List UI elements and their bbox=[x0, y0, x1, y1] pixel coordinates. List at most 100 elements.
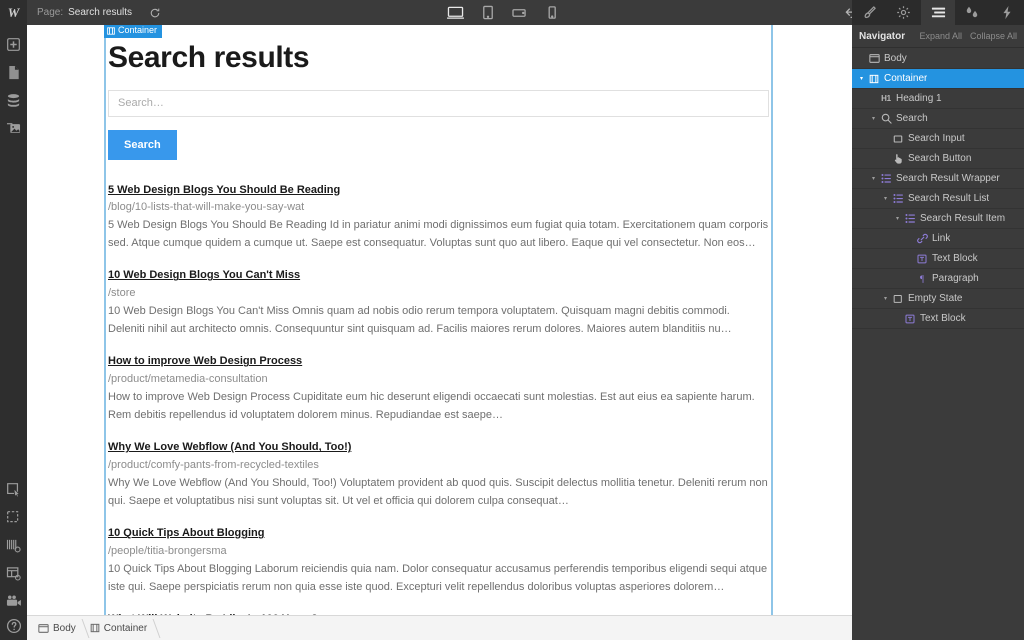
page-name: Search results bbox=[68, 7, 133, 18]
tree-node-label: Search Input bbox=[908, 133, 965, 144]
chevron-down-icon[interactable]: ▾ bbox=[868, 175, 879, 182]
tree-node-body[interactable]: Body bbox=[852, 49, 1024, 69]
tree-node-text-block[interactable]: Text Block bbox=[852, 309, 1024, 329]
result-url: /people/titia-brongersma bbox=[108, 544, 227, 557]
container-icon bbox=[107, 27, 115, 35]
tree-node-label: Heading 1 bbox=[896, 93, 942, 104]
plus-icon[interactable] bbox=[0, 31, 27, 57]
tree-node-search-result-list[interactable]: ▾ Search Result List bbox=[852, 189, 1024, 209]
container-element[interactable]: Container Search results Search… Search … bbox=[104, 25, 773, 615]
tab-effects[interactable] bbox=[990, 0, 1024, 25]
search-button[interactable]: Search bbox=[108, 129, 177, 160]
container-inner: Search results Search… Search 5 Web Desi… bbox=[106, 25, 771, 615]
breadcrumb-item[interactable]: Container bbox=[85, 616, 161, 640]
search-result-item: 10 Web Design Blogs You Can't Miss/store… bbox=[108, 265, 769, 338]
breadcrumb-label: Container bbox=[103, 622, 148, 634]
tree-node-text-block[interactable]: Text Block bbox=[852, 249, 1024, 269]
result-link[interactable]: How to improve Web Design Process bbox=[108, 353, 302, 370]
database-icon[interactable] bbox=[0, 87, 27, 113]
desktop-icon[interactable] bbox=[441, 0, 471, 25]
breadcrumb-label: Body bbox=[53, 622, 76, 634]
result-url: /store bbox=[108, 286, 136, 299]
tree-node-paragraph[interactable]: ¶ Paragraph bbox=[852, 269, 1024, 289]
layout-preview-icon[interactable] bbox=[0, 560, 27, 586]
right-panel-tabs bbox=[852, 0, 1024, 25]
badge-label: Container bbox=[118, 25, 158, 35]
mobile-portrait-icon[interactable] bbox=[537, 0, 567, 25]
link-icon bbox=[915, 233, 929, 244]
search-form: Search… Search bbox=[106, 89, 771, 160]
left-toolbar bbox=[0, 25, 27, 640]
page-icon[interactable] bbox=[0, 59, 27, 85]
tablet-icon[interactable] bbox=[473, 0, 503, 25]
design-canvas[interactable]: Container Search results Search… Search … bbox=[27, 25, 852, 615]
expand-all-button[interactable]: Expand All bbox=[919, 31, 962, 41]
body-icon bbox=[867, 53, 881, 64]
chevron-down-icon[interactable]: ▾ bbox=[892, 215, 903, 222]
tree-node-label: Link bbox=[932, 233, 951, 244]
search-input[interactable]: Search… bbox=[108, 89, 769, 117]
tab-style[interactable] bbox=[852, 0, 886, 25]
page-label: Page: bbox=[37, 7, 64, 18]
search-result-item: How to improve Web Design Process/produc… bbox=[108, 351, 769, 424]
search-result-list: 5 Web Design Blogs You Should Be Reading… bbox=[106, 180, 771, 616]
tab-navigator[interactable] bbox=[920, 0, 956, 25]
tree-node-label: Search bbox=[896, 113, 928, 124]
tab-settings[interactable] bbox=[886, 0, 920, 25]
chevron-down-icon[interactable]: ▾ bbox=[880, 295, 891, 302]
question-mark-icon[interactable] bbox=[0, 612, 27, 640]
paragraph-icon: ¶ bbox=[919, 273, 925, 284]
tree-node-search[interactable]: ▾ Search bbox=[852, 109, 1024, 129]
result-body: 5 Web Design Blogs You Should Be Reading… bbox=[108, 219, 769, 250]
audit-bars-icon[interactable] bbox=[0, 532, 27, 558]
tree-node-label: Search Button bbox=[908, 153, 972, 164]
video-camera-icon[interactable] bbox=[0, 588, 27, 614]
result-body: Why We Love Webflow (And You Should, Too… bbox=[108, 476, 768, 508]
result-url: /product/metamedia-consultation bbox=[108, 372, 268, 385]
toolbar-spacer-2 bbox=[567, 0, 840, 25]
tree-node-link[interactable]: Link bbox=[852, 229, 1024, 249]
breadcrumb-separator bbox=[144, 618, 161, 638]
webflow-logo[interactable]: W bbox=[0, 0, 27, 25]
collection-icon bbox=[879, 173, 893, 184]
marquee-preview-icon[interactable] bbox=[0, 504, 27, 530]
collapse-all-button[interactable]: Collapse All bbox=[970, 31, 1017, 41]
search-result-item: 10 Quick Tips About Blogging/people/titi… bbox=[108, 523, 769, 596]
tree-node-empty-state[interactable]: ▾ Empty State bbox=[852, 289, 1024, 309]
cursor-select-icon[interactable] bbox=[0, 476, 27, 502]
navigator-panel: Navigator Expand All Collapse All Body ▾ C… bbox=[852, 25, 1024, 640]
result-link[interactable]: 10 Quick Tips About Blogging bbox=[108, 525, 264, 542]
tree-node-search-input[interactable]: Search Input bbox=[852, 129, 1024, 149]
page-title: Search results bbox=[108, 41, 310, 74]
tree-node-label: Container bbox=[884, 73, 928, 84]
chevron-down-icon[interactable]: ▾ bbox=[856, 75, 867, 82]
refresh-icon[interactable] bbox=[142, 0, 168, 25]
chevron-down-icon[interactable]: ▾ bbox=[880, 195, 891, 202]
tree-node-label: Body bbox=[884, 53, 907, 64]
assets-image-icon[interactable] bbox=[0, 115, 27, 141]
selected-element-badge: Container bbox=[104, 25, 163, 38]
device-breakpoints bbox=[441, 0, 567, 25]
result-body: How to improve Web Design Process Cupidi… bbox=[108, 390, 755, 422]
tree-node-label: Search Result List bbox=[908, 193, 990, 204]
result-link[interactable]: 10 Web Design Blogs You Can't Miss bbox=[108, 267, 300, 284]
result-link[interactable]: 5 Web Design Blogs You Should Be Reading bbox=[108, 182, 340, 199]
tree-node-search-result-item[interactable]: ▾ Search Result Item bbox=[852, 209, 1024, 229]
chevron-down-icon[interactable]: ▾ bbox=[868, 115, 879, 122]
text-block-icon bbox=[915, 254, 929, 264]
tree-node-heading-1[interactable]: H1 Heading 1 bbox=[852, 89, 1024, 109]
tab-interactions[interactable] bbox=[955, 0, 989, 25]
result-body: 10 Quick Tips About Blogging Laborum rei… bbox=[108, 562, 768, 593]
webflow-designer: W Page: Search results Container Search … bbox=[0, 0, 1024, 640]
tree-node-label: Search Result Wrapper bbox=[896, 173, 1000, 184]
tree-node-search-button[interactable]: Search Button bbox=[852, 149, 1024, 169]
tree-node-container[interactable]: ▾ Container bbox=[852, 69, 1024, 89]
result-url: /product/comfy-pants-from-recycled-texti… bbox=[108, 458, 319, 471]
mobile-landscape-icon[interactable] bbox=[505, 0, 535, 25]
tree-node-search-result-wrapper[interactable]: ▾ Search Result Wrapper bbox=[852, 169, 1024, 189]
page-selector[interactable]: Page: Search results bbox=[27, 0, 142, 25]
breadcrumb-item[interactable]: Body bbox=[33, 616, 90, 640]
breadcrumb: Body Container bbox=[27, 615, 852, 640]
result-link[interactable]: Why We Love Webflow (And You Should, Too… bbox=[108, 439, 351, 456]
